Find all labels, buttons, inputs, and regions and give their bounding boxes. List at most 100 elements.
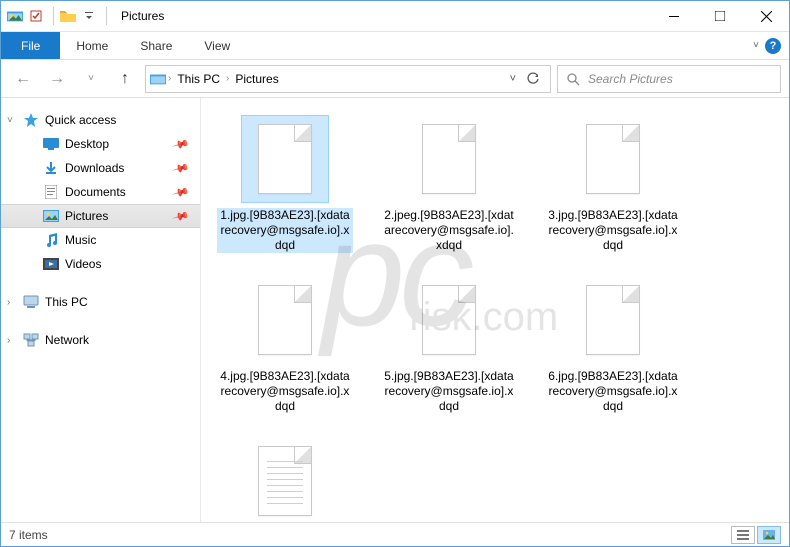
ribbon-tab-view[interactable]: View: [188, 32, 246, 59]
file-item[interactable]: 5.jpg.[9B83AE23].[xdatarecovery@msgsafe.…: [381, 277, 517, 414]
file-grid: 1.jpg.[9B83AE23].[xdatarecovery@msgsafe.…: [217, 116, 781, 522]
close-button[interactable]: [743, 1, 789, 31]
file-page-icon: [258, 446, 312, 516]
file-item[interactable]: readme-warning.txt: [217, 438, 353, 522]
expand-caret-icon[interactable]: ›: [7, 335, 10, 346]
crumb-sep-icon[interactable]: ›: [226, 73, 229, 84]
file-name: 2.jpeg.[9B83AE23].[xdatarecovery@msgsafe…: [381, 208, 517, 253]
breadcrumb-this-pc[interactable]: This PC: [173, 70, 224, 88]
file-item[interactable]: 2.jpeg.[9B83AE23].[xdatarecovery@msgsafe…: [381, 116, 517, 253]
view-details-button[interactable]: [731, 526, 755, 544]
breadcrumb-pictures[interactable]: Pictures: [231, 70, 282, 88]
file-item[interactable]: 4.jpg.[9B83AE23].[xdatarecovery@msgsafe.…: [217, 277, 353, 414]
pin-icon: 📌: [172, 207, 190, 225]
file-thumbnail: [406, 277, 492, 363]
ribbon: File Home Share View ˅ ?: [1, 32, 789, 60]
pin-icon: 📌: [172, 183, 190, 201]
desktop-icon: [43, 136, 59, 152]
status-item-count: 7 items: [9, 528, 48, 542]
sidebar-item-music[interactable]: Music: [1, 228, 200, 252]
sidebar-item-desktop[interactable]: Desktop📌: [1, 132, 200, 156]
file-thumbnail: [242, 116, 328, 202]
file-thumbnail: [570, 277, 656, 363]
nav-label: Network: [45, 333, 89, 347]
sidebar-item-label: Pictures: [65, 209, 108, 223]
expand-caret-icon[interactable]: ›: [7, 297, 10, 308]
status-view-switch: [731, 526, 781, 544]
search-icon: [566, 72, 580, 86]
qat-dropdown-button[interactable]: [78, 5, 100, 27]
nav-quick-access[interactable]: ˅ Quick access: [1, 108, 200, 132]
titlebar-left: Pictures: [1, 5, 164, 27]
nav-forward-button[interactable]: →: [43, 65, 71, 93]
status-bar: 7 items: [1, 522, 789, 546]
sidebar-item-label: Documents: [65, 185, 126, 199]
file-item[interactable]: 6.jpg.[9B83AE23].[xdatarecovery@msgsafe.…: [545, 277, 681, 414]
file-thumbnail: [242, 277, 328, 363]
file-name: 6.jpg.[9B83AE23].[xdatarecovery@msgsafe.…: [545, 369, 681, 414]
search-box[interactable]: [557, 65, 781, 93]
sidebar-item-documents[interactable]: Documents 📌: [1, 180, 200, 204]
sidebar-item-pictures[interactable]: Pictures 📌: [1, 204, 200, 228]
file-name: 1.jpg.[9B83AE23].[xdatarecovery@msgsafe.…: [217, 208, 353, 253]
body: ˅ Quick access Desktop📌Downloads📌Documen…: [1, 98, 789, 522]
file-item[interactable]: 3.jpg.[9B83AE23].[xdatarecovery@msgsafe.…: [545, 116, 681, 253]
documents-icon: [43, 184, 59, 200]
minimize-button[interactable]: [651, 1, 697, 31]
folder-icon: [60, 8, 76, 24]
refresh-icon[interactable]: [526, 72, 540, 86]
folder-type-icon: [7, 8, 23, 24]
nav-this-pc[interactable]: › This PC: [1, 290, 200, 314]
address-actions: ˅: [510, 72, 546, 86]
music-icon: [43, 232, 59, 248]
nav-group-this-pc: › This PC: [1, 290, 200, 314]
address-dropdown-icon[interactable]: ˅: [510, 73, 516, 85]
file-name: 3.jpg.[9B83AE23].[xdatarecovery@msgsafe.…: [545, 208, 681, 253]
view-thumbnails-button[interactable]: [757, 526, 781, 544]
sidebar-item-label: Music: [65, 233, 96, 247]
nav-group-quick-access: ˅ Quick access Desktop📌Downloads📌Documen…: [1, 108, 200, 276]
this-pc-icon: [23, 294, 39, 310]
nav-label: Quick access: [45, 113, 116, 127]
network-icon: [23, 332, 39, 348]
window-controls: [651, 1, 789, 31]
file-page-icon: [586, 124, 640, 194]
sidebar-item-videos[interactable]: Videos: [1, 252, 200, 276]
address-box[interactable]: › This PC › Pictures ˅: [145, 65, 551, 93]
nav-recent-dropdown[interactable]: ˅: [77, 65, 105, 93]
file-name: 4.jpg.[9B83AE23].[xdatarecovery@msgsafe.…: [217, 369, 353, 414]
file-thumbnail: [242, 438, 328, 522]
expand-caret-icon[interactable]: ˅: [7, 115, 13, 126]
file-page-icon: [586, 285, 640, 355]
file-view[interactable]: 1.jpg.[9B83AE23].[xdatarecovery@msgsafe.…: [201, 98, 789, 522]
file-page-icon: [422, 124, 476, 194]
file-page-icon: [258, 285, 312, 355]
file-name: 5.jpg.[9B83AE23].[xdatarecovery@msgsafe.…: [381, 369, 517, 414]
qat-separator: [53, 7, 54, 25]
file-page-icon: [422, 285, 476, 355]
videos-icon: [43, 256, 59, 272]
pin-icon: 📌: [172, 159, 190, 177]
help-button[interactable]: ?: [765, 38, 781, 54]
sidebar-item-label: Downloads: [65, 161, 124, 175]
file-tab[interactable]: File: [1, 32, 60, 59]
nav-group-network: › Network: [1, 328, 200, 352]
qat-properties-button[interactable]: [25, 5, 47, 27]
downloads-icon: [43, 160, 59, 176]
ribbon-tab-share[interactable]: Share: [124, 32, 188, 59]
nav-up-button[interactable]: ↑: [111, 65, 139, 93]
nav-back-button[interactable]: ←: [9, 65, 37, 93]
sidebar-item-downloads[interactable]: Downloads 📌: [1, 156, 200, 180]
ribbon-expand-icon[interactable]: ˅: [753, 40, 759, 51]
crumb-sep-icon[interactable]: ›: [168, 73, 171, 84]
file-item[interactable]: 1.jpg.[9B83AE23].[xdatarecovery@msgsafe.…: [217, 116, 353, 253]
title-separator: [106, 7, 107, 25]
pictures-icon: [43, 208, 59, 224]
nav-network[interactable]: › Network: [1, 328, 200, 352]
search-input[interactable]: [588, 72, 772, 86]
maximize-button[interactable]: [697, 1, 743, 31]
ribbon-tab-home[interactable]: Home: [60, 32, 124, 59]
sidebar-item-label: Desktop: [65, 137, 109, 151]
nav-label: This PC: [45, 295, 88, 309]
file-thumbnail: [570, 116, 656, 202]
